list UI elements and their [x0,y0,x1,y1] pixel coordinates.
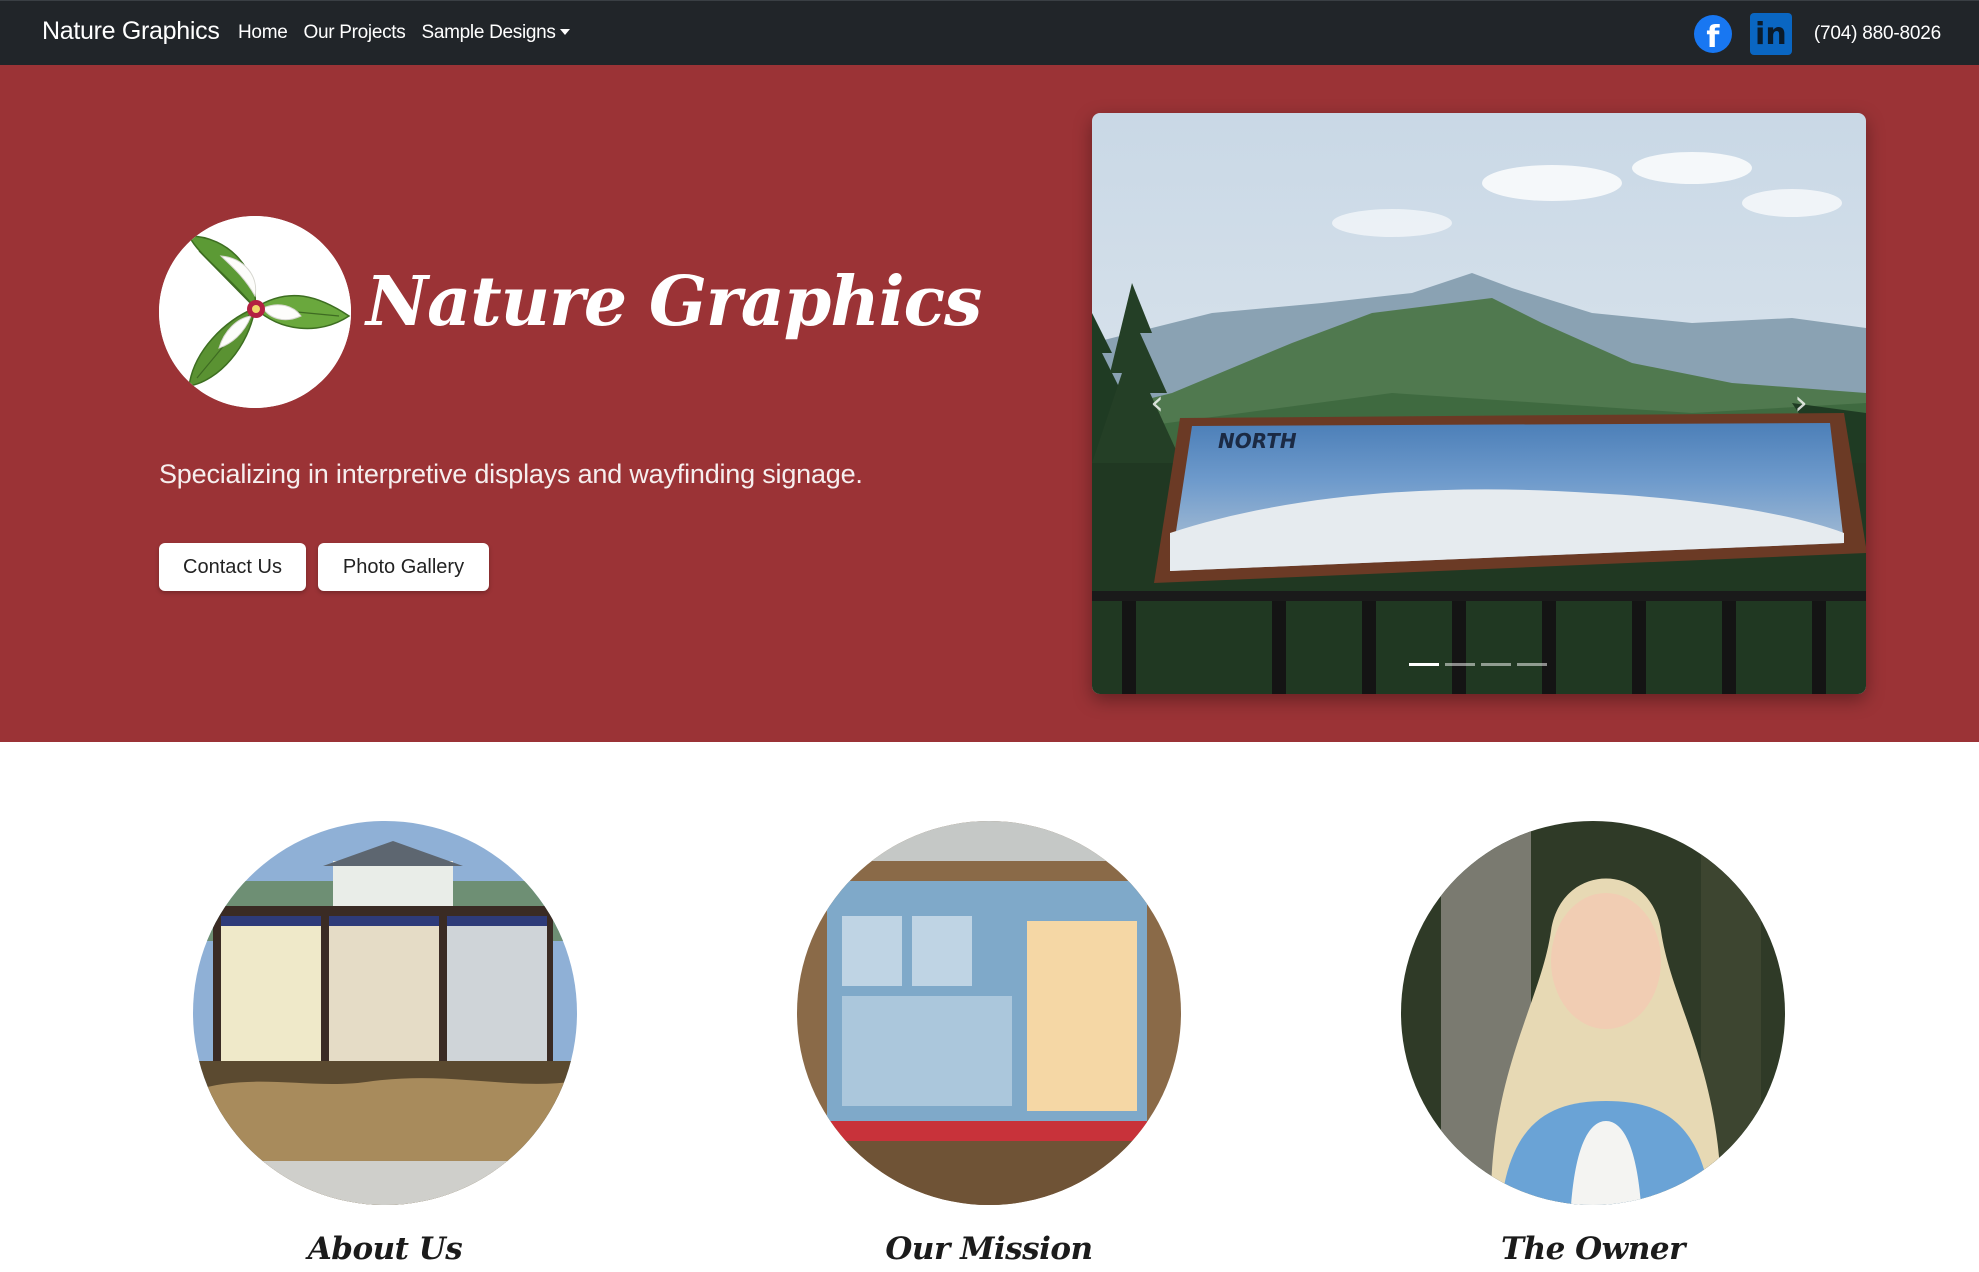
feature-our-mission: Our Mission [797,821,1181,1267]
navbar-brand[interactable]: Nature Graphics [42,17,220,46]
carousel-indicator-3[interactable] [1481,663,1511,666]
hero-section: Nature Graphics Specializing in interpre… [0,65,1979,742]
trillium-logo [159,216,351,408]
our-mission-heading[interactable]: Our Mission [797,1231,1181,1267]
feature-the-owner: The Owner [1401,821,1785,1267]
the-owner-image[interactable] [1401,821,1785,1205]
linkedin-icon[interactable]: in [1749,13,1792,55]
about-us-signs-image [193,821,577,1205]
carousel-prev-chevron-icon[interactable]: ‹ [1142,383,1172,423]
carousel-indicator-4[interactable] [1517,663,1547,666]
nav-right: f in (704) 880-8026 [1693,13,1941,55]
hero-title: Nature Graphics [366,262,982,342]
hero-carousel[interactable]: NORTH ‹ › [1092,113,1866,694]
phone-number[interactable]: (704) 880-8026 [1814,23,1941,45]
owner-portrait-image [1401,821,1785,1205]
facebook-icon[interactable]: f [1693,15,1732,55]
photo-gallery-button[interactable]: Photo Gallery [318,543,489,591]
the-owner-heading[interactable]: The Owner [1401,1231,1785,1267]
about-us-image[interactable] [193,821,577,1205]
navbar: Nature Graphics Home Our Projects Sample… [0,0,1979,65]
our-mission-image[interactable] [797,821,1181,1205]
nav-links: Home Our Projects Sample Designs [238,22,570,44]
hero-tagline: Specializing in interpretive displays an… [159,459,863,489]
nav-home-link[interactable]: Home [238,22,288,44]
carousel-indicator-2[interactable] [1445,663,1475,666]
carousel-slide-image: NORTH [1092,113,1866,694]
nav-our-projects-link[interactable]: Our Projects [303,22,405,44]
carousel-next-chevron-icon[interactable]: › [1786,383,1816,423]
about-us-heading[interactable]: About Us [193,1231,577,1267]
nav-sample-designs-dropdown[interactable]: Sample Designs [421,22,570,44]
carousel-indicators [1409,663,1547,666]
feature-about-us: About Us [193,821,577,1267]
trillium-icon [159,216,351,408]
sign-north-label: NORTH [1218,429,1297,453]
caret-down-icon [559,29,570,35]
contact-us-button[interactable]: Contact Us [159,543,306,591]
ethical-angling-sign-image [797,821,1181,1205]
sample-designs-label: Sample Designs [421,22,556,43]
carousel-indicator-1[interactable] [1409,663,1439,666]
